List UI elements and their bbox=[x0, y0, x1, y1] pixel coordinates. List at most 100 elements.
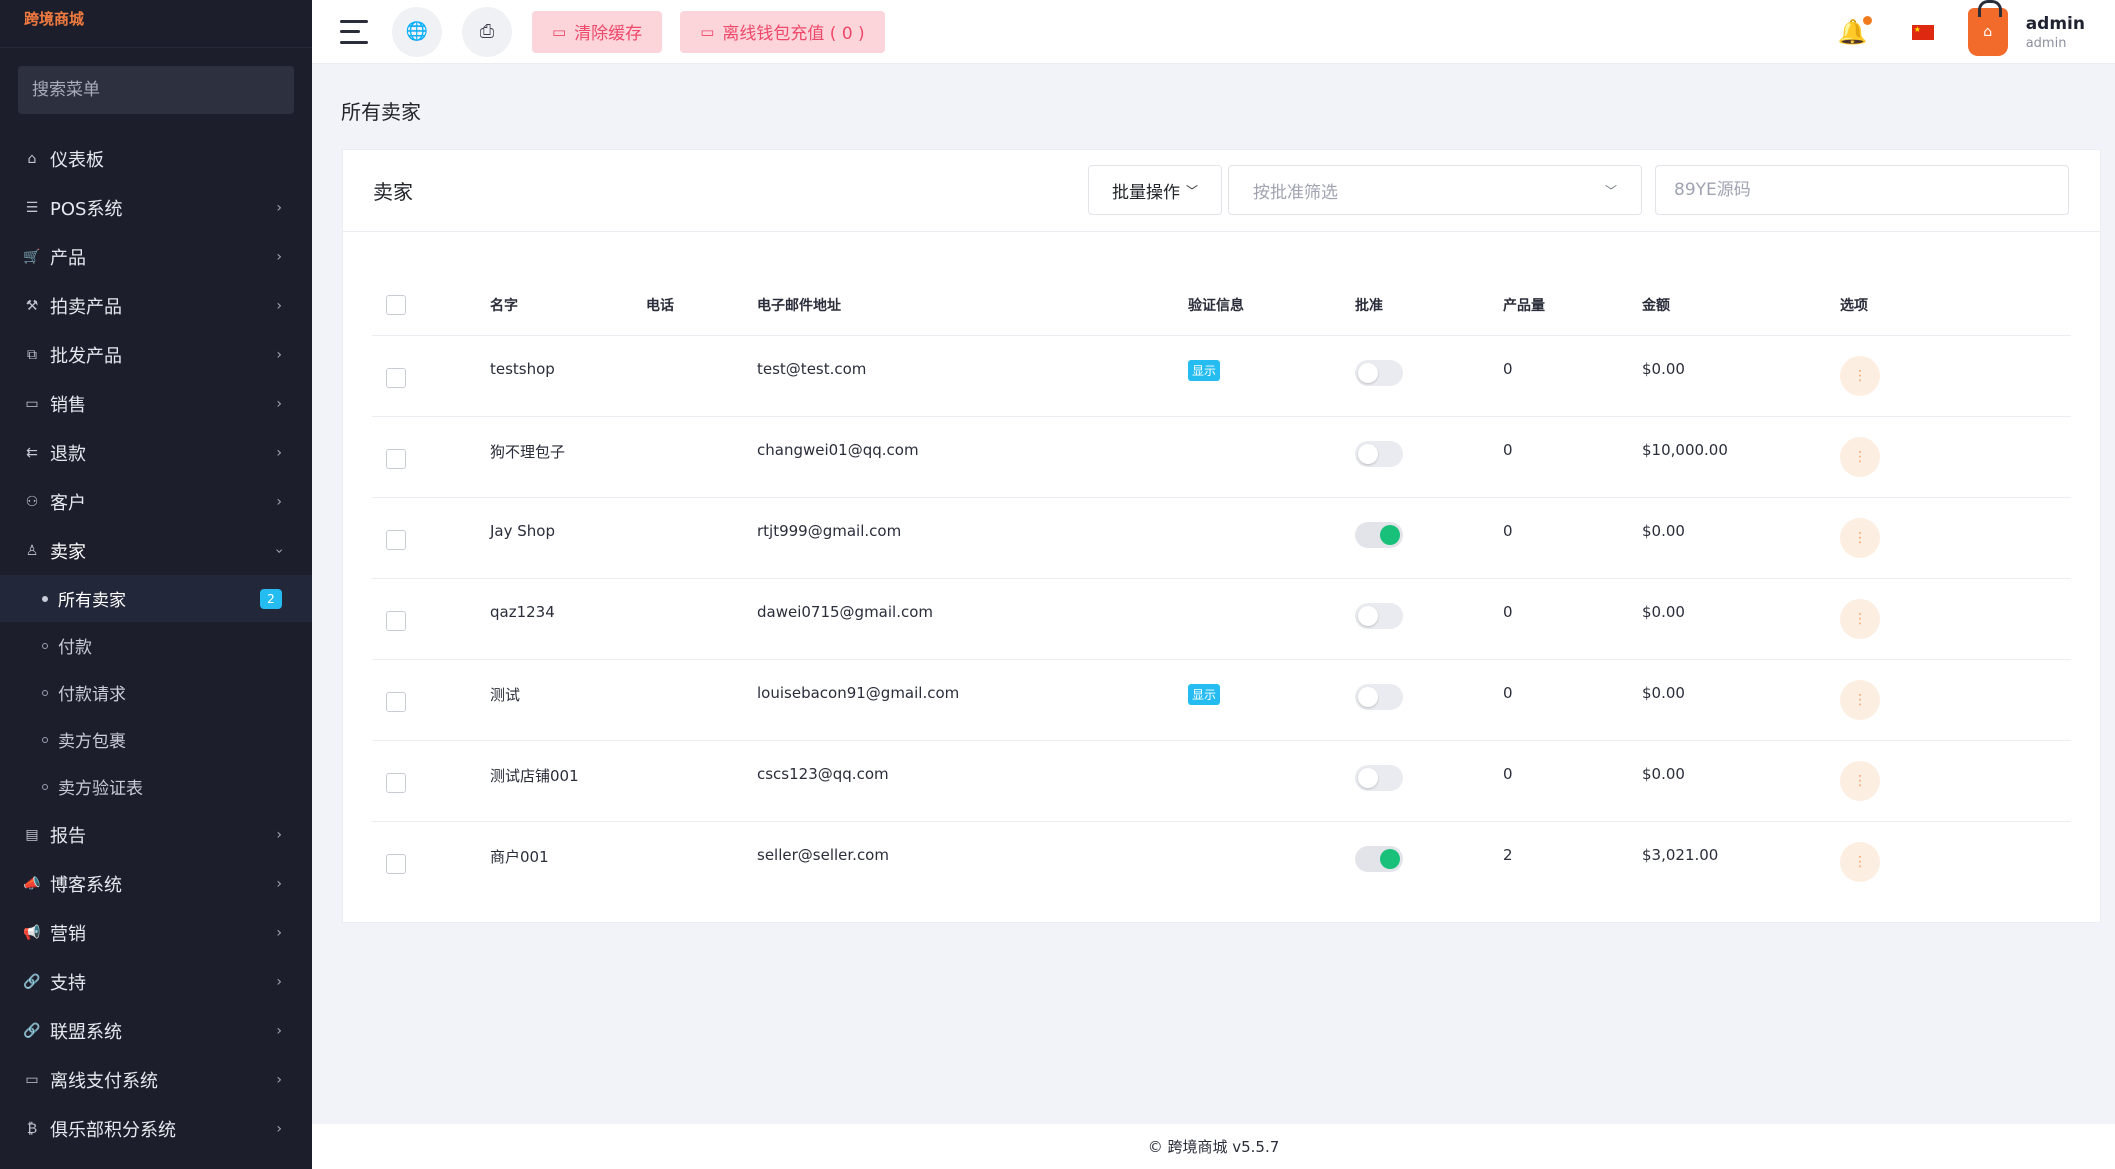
chevron-right-icon: › bbox=[276, 248, 282, 265]
sidebar-item-blog[interactable]: 📣 博客系统 › bbox=[0, 859, 312, 908]
offline-wallet-button[interactable]: ▭ 离线钱包充值 ( 0 ) bbox=[680, 10, 885, 53]
seller-search-input[interactable] bbox=[1674, 180, 2050, 200]
sub-item-payout-requests[interactable]: 付款请求 bbox=[0, 669, 312, 716]
sidebar-item-label: 退款 bbox=[50, 443, 86, 465]
user-info[interactable]: admin admin bbox=[2026, 14, 2085, 51]
approval-toggle[interactable] bbox=[1355, 440, 1403, 467]
sidebar-item-label: 仪表板 bbox=[50, 149, 104, 171]
clear-cache-button[interactable]: ▭ 清除缓存 bbox=[532, 10, 663, 53]
sidebar-item-club-points[interactable]: ₿ 俱乐部积分系统 › bbox=[0, 1104, 312, 1153]
sidebar-item-customers[interactable]: ⚇ 客户 › bbox=[0, 477, 312, 526]
show-verification-tag[interactable]: 显示 bbox=[1188, 683, 1221, 705]
select-all-checkbox[interactable] bbox=[386, 294, 406, 315]
sidebar-item-products[interactable]: 🛒 产品 › bbox=[0, 232, 312, 281]
seller-phone bbox=[646, 335, 757, 417]
clear-cache-label: 清除缓存 bbox=[574, 24, 643, 44]
sub-item-seller-packages[interactable]: 卖方包裹 bbox=[0, 716, 312, 763]
approval-toggle[interactable] bbox=[1355, 683, 1403, 710]
bulk-action-dropdown[interactable]: 批量操作 ﹀ bbox=[1088, 165, 1222, 215]
row-checkbox[interactable] bbox=[386, 772, 406, 793]
sidebar-item-offline-payment[interactable]: ▭ 离线支付系统 › bbox=[0, 1055, 312, 1104]
backward-icon: ⇇ bbox=[26, 444, 38, 461]
link-icon: 🔗 bbox=[23, 1022, 41, 1039]
hamburger-menu-icon[interactable] bbox=[340, 19, 372, 44]
options-button[interactable]: ⋮ bbox=[1840, 760, 1880, 801]
china-flag-icon[interactable] bbox=[1911, 24, 1934, 40]
options-button[interactable]: ⋮ bbox=[1840, 436, 1880, 477]
row-checkbox[interactable] bbox=[386, 529, 406, 550]
seller-email: rtjt999@gmail.com bbox=[757, 497, 1188, 579]
sidebar-item-affiliate[interactable]: 🔗 联盟系统 › bbox=[0, 1006, 312, 1055]
gavel-icon: ⚒ bbox=[25, 297, 39, 314]
row-checkbox[interactable] bbox=[386, 448, 406, 469]
bullet-icon bbox=[42, 689, 48, 696]
cart-icon: 🛒 bbox=[23, 248, 41, 265]
sidebar-item-marketing[interactable]: 📢 营销 › bbox=[0, 908, 312, 957]
row-checkbox[interactable] bbox=[386, 367, 406, 388]
seller-name: testshop bbox=[490, 335, 646, 417]
menu-search-input[interactable] bbox=[32, 80, 280, 100]
sidebar-item-pos[interactable]: ☰ POS系统 › bbox=[0, 183, 312, 232]
chevron-right-icon: › bbox=[276, 493, 282, 510]
sidebar-item-label: 联盟系统 bbox=[50, 1021, 122, 1043]
approval-toggle[interactable] bbox=[1355, 602, 1403, 629]
brand-logo[interactable]: 跨境商城 bbox=[0, 0, 312, 48]
sidebar-item-label: 离线支付系统 bbox=[50, 1070, 158, 1092]
seller-name: 测试店铺001 bbox=[490, 740, 646, 822]
col-verification: 验证信息 bbox=[1188, 278, 1355, 336]
notification-bell-icon[interactable]: 🔔 bbox=[1838, 16, 1872, 46]
more-vertical-icon: ⋮ bbox=[1853, 367, 1867, 384]
verification-cell bbox=[1188, 740, 1355, 822]
show-verification-tag[interactable]: 显示 bbox=[1188, 359, 1221, 381]
row-checkbox[interactable] bbox=[386, 691, 406, 712]
seller-amount: $0.00 bbox=[1642, 497, 1840, 579]
bullet-icon bbox=[42, 736, 48, 743]
options-button[interactable]: ⋮ bbox=[1840, 355, 1880, 396]
users-icon: ⚇ bbox=[25, 493, 39, 510]
sidebar-item-refunds[interactable]: ⇇ 退款 › bbox=[0, 428, 312, 477]
row-checkbox[interactable] bbox=[386, 610, 406, 631]
sidebar-item-sellers[interactable]: ♙ 卖家 › bbox=[0, 526, 312, 575]
sidebar-item-auction-products[interactable]: ⚒ 拍卖产品 › bbox=[0, 281, 312, 330]
sidebar-item-dashboard[interactable]: ⌂ 仪表板 bbox=[0, 134, 312, 183]
options-button[interactable]: ⋮ bbox=[1840, 679, 1880, 720]
chevron-right-icon: › bbox=[276, 973, 282, 990]
approval-toggle[interactable] bbox=[1355, 521, 1403, 548]
sub-item-all-sellers[interactable]: 所有卖家 2 bbox=[0, 575, 312, 622]
sidebar-item-reports[interactable]: ▤ 报告 › bbox=[0, 810, 312, 859]
list-icon: ☰ bbox=[25, 199, 39, 216]
avatar[interactable]: ⌂ bbox=[1967, 0, 2008, 56]
seller-amount: $0.00 bbox=[1642, 740, 1840, 822]
sidebar-item-support[interactable]: 🔗 支持 › bbox=[0, 957, 312, 1006]
options-button[interactable]: ⋮ bbox=[1840, 841, 1880, 882]
sub-item-label: 付款 bbox=[58, 638, 92, 658]
globe-button[interactable]: 🌐 bbox=[392, 6, 442, 57]
row-checkbox[interactable] bbox=[386, 853, 406, 874]
chevron-right-icon: › bbox=[276, 444, 282, 461]
approval-filter-select[interactable]: 按批准筛选 ﹀ bbox=[1228, 165, 1642, 215]
home-icon: ⌂ bbox=[27, 150, 37, 167]
verification-cell bbox=[1188, 578, 1355, 660]
table-row: 商户001 seller@seller.com 2 $3,021.00 ⋮ bbox=[372, 821, 2071, 902]
print-button[interactable]: ⎙ bbox=[462, 6, 512, 57]
options-button[interactable]: ⋮ bbox=[1840, 598, 1880, 639]
bulk-action-label: 批量操作 bbox=[1111, 182, 1180, 203]
sidebar-menu: ⌂ 仪表板 ☰ POS系统 › 🛒 产品 › ⚒ 拍卖产品 › ⧉ 批发产品 ›… bbox=[0, 134, 312, 575]
sidebar-item-wholesale-products[interactable]: ⧉ 批发产品 › bbox=[0, 330, 312, 379]
approval-toggle[interactable] bbox=[1355, 359, 1403, 386]
approval-toggle[interactable] bbox=[1355, 845, 1403, 872]
product-count: 0 bbox=[1503, 335, 1642, 417]
sub-item-label: 卖方包裹 bbox=[58, 732, 126, 752]
user-area: 🔔 ⌂ admin admin bbox=[1838, 0, 2085, 64]
sub-item-payouts[interactable]: 付款 bbox=[0, 622, 312, 669]
seller-email: changwei01@qq.com bbox=[757, 416, 1188, 498]
sub-item-seller-verification-form[interactable]: 卖方验证表 bbox=[0, 763, 312, 810]
product-count: 2 bbox=[1503, 845, 1513, 864]
sidebar-item-sales[interactable]: ▭ 销售 › bbox=[0, 379, 312, 428]
product-count: 0 bbox=[1503, 740, 1642, 822]
approval-toggle[interactable] bbox=[1355, 764, 1403, 791]
seller-search bbox=[1655, 165, 2069, 215]
sidebar-item-label: 营销 bbox=[50, 923, 86, 945]
chevron-right-icon: › bbox=[276, 297, 282, 314]
options-button[interactable]: ⋮ bbox=[1840, 517, 1880, 558]
